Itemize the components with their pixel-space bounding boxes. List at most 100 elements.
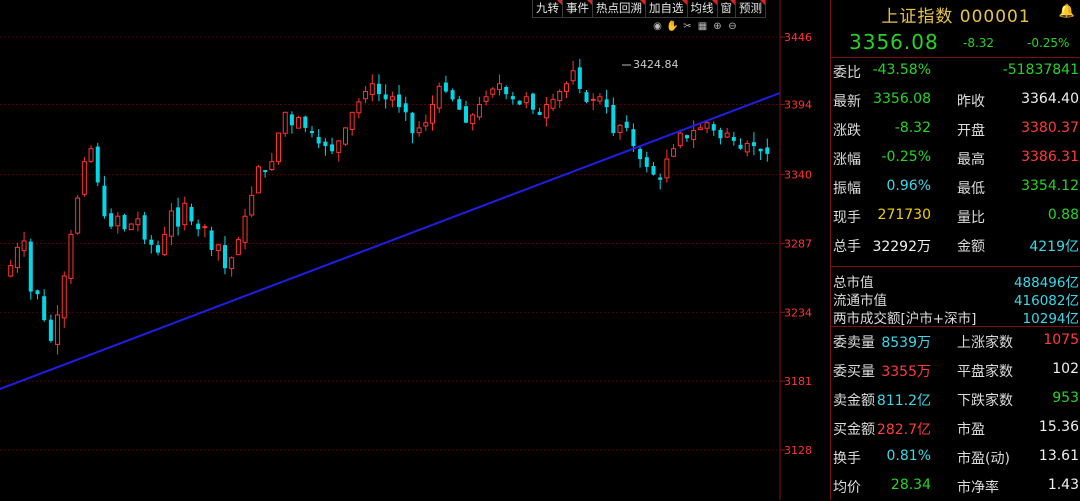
candle <box>142 211 147 245</box>
candle <box>356 98 362 119</box>
row-label: 委卖量 <box>833 335 875 351</box>
candle <box>496 74 502 96</box>
candle <box>510 91 515 105</box>
candlestick-chart[interactable]: 3446 3394 3340 3287 3234 3181 3128 3424.84 <box>0 0 830 500</box>
candle <box>397 84 402 113</box>
eye-icon[interactable]: ◉ <box>651 20 664 33</box>
candle <box>430 95 436 131</box>
candle <box>369 74 375 102</box>
scissors-icon[interactable]: ✂ <box>681 20 694 33</box>
candle <box>403 96 408 121</box>
candle <box>376 74 381 102</box>
row-label-2: 平盘家数 <box>957 364 1013 380</box>
toolbar-button-6[interactable]: 预测 <box>735 0 766 18</box>
row-label-2: 市净率 <box>957 480 999 496</box>
candle <box>483 90 489 106</box>
candle <box>336 140 342 162</box>
toolbar-button-3[interactable]: 加自选 <box>645 0 688 18</box>
row-label: 委比 <box>833 65 861 81</box>
candle <box>176 197 181 236</box>
candle <box>68 230 74 285</box>
candle <box>504 85 509 100</box>
candle <box>349 111 355 136</box>
peak-annotation: 3424.84 <box>622 58 679 71</box>
candle <box>269 152 275 172</box>
candle <box>758 148 763 161</box>
candle <box>450 88 455 102</box>
row-value: 32292万 <box>872 239 931 255</box>
candle <box>48 314 53 343</box>
row-label: 委买量 <box>833 364 875 380</box>
candle <box>189 203 194 226</box>
price-change: -8.32 <box>963 36 995 50</box>
candle <box>664 149 670 183</box>
row-label: 涨跌 <box>833 123 861 139</box>
zoom-out-icon[interactable]: ⊖ <box>726 20 739 33</box>
row-value: -0.25% <box>881 149 931 165</box>
chart-toolbar: 九转 事件 热点回溯 加自选 均线窗预测 <box>532 0 766 18</box>
row-label: 振幅 <box>833 181 861 197</box>
candle <box>222 236 227 275</box>
row-value: 271730 <box>877 207 931 223</box>
bell-icon[interactable]: 🔔 <box>1059 4 1075 19</box>
toolbar-button-5[interactable]: 窗 <box>716 0 736 18</box>
market-row: 流通市值 416082亿 <box>831 289 1080 309</box>
market-label: 总市值 <box>833 275 874 291</box>
row-value-2: 3354.12 <box>1021 178 1079 194</box>
candle <box>109 208 114 230</box>
y-tick-label: 3287 <box>784 238 812 251</box>
candle <box>115 212 121 234</box>
row-value: 28.34 <box>890 477 931 493</box>
toolbar-button-0[interactable]: 九转 <box>532 0 563 18</box>
grid-icon[interactable]: ▦ <box>696 20 709 33</box>
market-row: 总市值 488496亿 <box>831 271 1080 291</box>
quote-row: 最新 3356.08 昨收 3364.40 <box>831 91 1080 115</box>
row-label-2: 开盘 <box>957 123 985 139</box>
quote-row: 卖金额 811.2亿 下跌家数 953 <box>831 390 1080 414</box>
candle <box>282 111 288 137</box>
row-label-2: 上涨家数 <box>957 335 1013 351</box>
row-label: 总手 <box>833 239 861 255</box>
row-label: 现手 <box>833 210 861 226</box>
quote-row: 总手 32292万 金额 4219亿 <box>831 236 1080 260</box>
candle <box>704 121 710 134</box>
quote-row: 现手 271730 量比 0.88 <box>831 207 1080 231</box>
candle <box>202 223 208 238</box>
quote-row: 涨跌 -8.32 开盘 3380.37 <box>831 120 1080 144</box>
row-label-2: 下跌家数 <box>957 393 1013 409</box>
candle <box>42 289 47 322</box>
toolbar-button-2[interactable]: 热点回溯 <box>592 0 646 18</box>
candle <box>590 93 596 111</box>
toolbar-button-1[interactable]: 事件 <box>562 0 593 18</box>
candle <box>724 128 730 139</box>
row-label: 买金额 <box>833 422 875 438</box>
candle <box>738 138 743 150</box>
row-value: -8.32 <box>894 120 931 136</box>
zoom-in-icon[interactable]: ⊕ <box>711 20 724 33</box>
candle <box>128 223 134 231</box>
row-value-2: 1075 <box>1043 332 1079 348</box>
y-tick-label: 3181 <box>784 375 812 388</box>
candle <box>684 134 689 142</box>
row-value-2: 15.36 <box>1038 419 1079 435</box>
candle <box>443 75 448 94</box>
candle <box>168 203 174 246</box>
row-value: 282.7亿 <box>876 422 931 438</box>
market-label: 两市成交额[沪市+深市] <box>833 311 977 327</box>
candle <box>323 138 328 156</box>
candle <box>617 123 623 140</box>
trend-line[interactable] <box>0 92 781 390</box>
row-label-2: 最低 <box>957 181 985 197</box>
candle <box>416 121 422 137</box>
row-value: 811.2亿 <box>876 393 931 409</box>
candle <box>95 142 100 187</box>
candle <box>751 132 756 156</box>
toolbar-button-4[interactable]: 均线 <box>686 0 718 18</box>
hand-icon[interactable]: ✋ <box>666 20 679 33</box>
candle <box>330 137 335 155</box>
market-value: 488496亿 <box>1013 275 1079 291</box>
candle <box>28 238 33 300</box>
quote-row: 委买量 3355万 平盘家数 102 <box>831 361 1080 385</box>
row-label-2: 市盈(动) <box>957 451 1010 467</box>
candle <box>75 195 81 235</box>
